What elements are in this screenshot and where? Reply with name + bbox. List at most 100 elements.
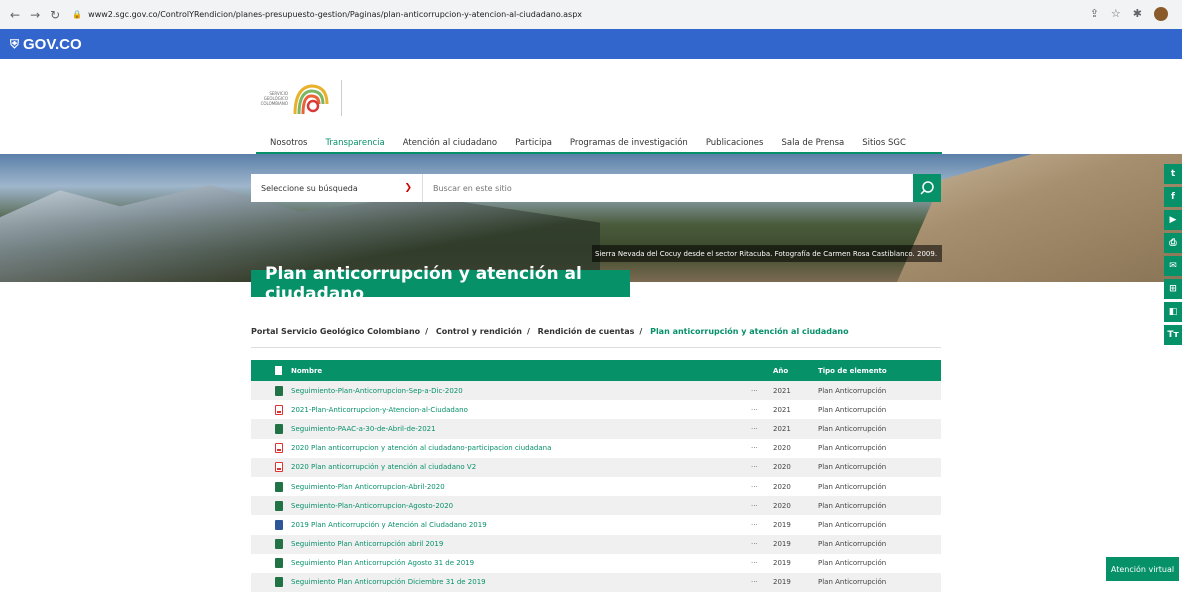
table-row: 2021-Plan-Anticorrupcion-y-Atencion-al-C… bbox=[251, 400, 941, 419]
pdf-file-icon bbox=[275, 404, 283, 415]
breadcrumb-item[interactable]: Rendición de cuentas bbox=[538, 327, 635, 336]
search-scope-select[interactable]: Seleccione su búsqueda ❯ bbox=[251, 174, 423, 202]
contrast-icon[interactable]: ◧ bbox=[1164, 302, 1182, 322]
nav-item-programas[interactable]: Programas de investigación bbox=[570, 138, 688, 148]
table-header: Nombre Año Tipo de elemento bbox=[251, 360, 941, 381]
column-header-type[interactable]: Tipo de elemento bbox=[818, 367, 941, 375]
document-link[interactable]: Seguimiento Plan Anticorrupción Agosto 3… bbox=[291, 559, 751, 567]
document-type: Plan Anticorrupción bbox=[818, 520, 887, 529]
document-year: 2021 bbox=[773, 424, 791, 433]
document-link[interactable]: 2021-Plan-Anticorrupcion-y-Atencion-al-C… bbox=[291, 406, 751, 414]
search-button[interactable] bbox=[913, 174, 941, 202]
xls-file-icon bbox=[275, 539, 283, 550]
nav-item-participa[interactable]: Participa bbox=[515, 138, 552, 148]
page-title: Plan anticorrupción y atención al ciudad… bbox=[251, 264, 630, 304]
share-icon[interactable]: ⇪ bbox=[1090, 7, 1099, 21]
logo-divider bbox=[341, 80, 342, 116]
bookmark-star-icon[interactable]: ☆ bbox=[1111, 7, 1121, 21]
virtual-assistance-button[interactable]: Atención virtual bbox=[1106, 557, 1179, 581]
extensions-icon[interactable]: ✱ bbox=[1133, 7, 1142, 21]
document-type: Plan Anticorrupción bbox=[818, 540, 887, 549]
more-options-icon[interactable]: ··· bbox=[751, 521, 773, 529]
nav-item-sitios[interactable]: Sitios SGC bbox=[862, 138, 906, 148]
twitter-icon[interactable]: t bbox=[1164, 164, 1182, 184]
xls-file-icon bbox=[275, 577, 283, 588]
pdf-file-icon bbox=[275, 443, 283, 454]
document-type: Plan Anticorrupción bbox=[818, 444, 887, 453]
column-header-name[interactable]: Nombre bbox=[291, 367, 751, 375]
document-link[interactable]: Seguimiento-Plan-Anticorrupcion-Sep-a-Di… bbox=[291, 387, 751, 395]
nav-item-transparencia[interactable]: Transparencia bbox=[325, 138, 384, 148]
document-type: Plan Anticorrupción bbox=[818, 424, 887, 433]
facebook-icon[interactable]: f bbox=[1164, 187, 1182, 207]
table-row: Seguimiento Plan Anticorrupción Agosto 3… bbox=[251, 554, 941, 573]
document-year: 2021 bbox=[773, 405, 791, 414]
breadcrumb-item[interactable]: Portal Servicio Geológico Colombiano bbox=[251, 327, 420, 336]
document-link[interactable]: 2020 Plan anticorrupción y atención al c… bbox=[291, 463, 751, 471]
more-options-icon[interactable]: ··· bbox=[751, 406, 773, 414]
text-size-icon[interactable]: Tт bbox=[1164, 325, 1182, 345]
address-bar[interactable]: 🔒 www2.sgc.gov.co/ControlYRendicion/plan… bbox=[72, 10, 582, 19]
document-link[interactable]: Seguimiento-Plan-Anticorrupcion-Agosto-2… bbox=[291, 502, 751, 510]
nav-item-nosotros[interactable]: Nosotros bbox=[270, 138, 307, 148]
more-options-icon[interactable]: ··· bbox=[751, 540, 773, 548]
back-icon[interactable]: ← bbox=[10, 8, 20, 22]
document-link[interactable]: Seguimiento Plan Anticorrupción abril 20… bbox=[291, 540, 751, 548]
table-row: Seguimiento-PAAC-a-30-de-Abril-de-2021 ··… bbox=[251, 419, 941, 439]
more-options-icon[interactable]: ··· bbox=[751, 425, 773, 433]
document-type: Plan Anticorrupción bbox=[818, 482, 887, 491]
nav-item-publicaciones[interactable]: Publicaciones bbox=[706, 138, 764, 148]
table-row: Seguimiento-Plan Anticorrupcion-Abril-20… bbox=[251, 477, 941, 496]
gov-bar: ⛨ GOV.CO bbox=[0, 29, 1182, 59]
chevron-down-icon: ❯ bbox=[404, 183, 412, 193]
xls-file-icon bbox=[275, 481, 283, 492]
document-year: 2020 bbox=[773, 444, 791, 453]
document-type: Plan Anticorrupción bbox=[818, 405, 887, 414]
more-options-icon[interactable]: ··· bbox=[751, 444, 773, 452]
table-row: Seguimiento-Plan-Anticorrupcion-Sep-a-Di… bbox=[251, 381, 941, 401]
document-link[interactable]: 2019 Plan Anticorrupción y Atención al C… bbox=[291, 521, 751, 529]
more-options-icon[interactable]: ··· bbox=[751, 578, 773, 586]
main-nav: Nosotros Transparencia Atención al ciuda… bbox=[256, 134, 942, 154]
search-input[interactable] bbox=[423, 174, 913, 202]
logo-text: SERVICIO GEOLÓGICO COLOMBIANO bbox=[260, 90, 288, 106]
document-link[interactable]: 2020 Plan anticorrupcion y atención al c… bbox=[291, 444, 751, 452]
lock-icon: 🔒 bbox=[72, 10, 83, 19]
xls-file-icon bbox=[275, 500, 283, 511]
document-year: 2020 bbox=[773, 482, 791, 491]
youtube-icon[interactable]: ▶ bbox=[1164, 210, 1182, 230]
document-link[interactable]: Seguimiento-Plan Anticorrupcion-Abril-20… bbox=[291, 483, 751, 491]
breadcrumb: Portal Servicio Geológico Colombiano / Co… bbox=[251, 327, 941, 348]
document-year: 2019 bbox=[773, 559, 791, 568]
file-type-header-icon[interactable] bbox=[251, 366, 291, 375]
more-options-icon[interactable]: ··· bbox=[751, 559, 773, 567]
breadcrumb-item[interactable]: Control y rendición bbox=[436, 327, 522, 336]
nav-item-sala-prensa[interactable]: Sala de Prensa bbox=[781, 138, 844, 148]
search-icon bbox=[920, 181, 934, 195]
gov-logo-text[interactable]: GOV.CO bbox=[23, 36, 82, 53]
sgc-logo[interactable]: SERVICIO GEOLÓGICO COLOMBIANO bbox=[256, 80, 342, 116]
profile-avatar[interactable] bbox=[1154, 7, 1168, 21]
nav-item-atencion[interactable]: Atención al ciudadano bbox=[403, 138, 497, 148]
mail-icon[interactable]: ✉ bbox=[1164, 256, 1182, 276]
document-type: Plan Anticorrupción bbox=[818, 501, 887, 510]
document-year: 2021 bbox=[773, 386, 791, 395]
more-options-icon[interactable]: ··· bbox=[751, 463, 773, 471]
sitemap-icon[interactable]: ⊞ bbox=[1164, 279, 1182, 299]
documents-table: Nombre Año Tipo de elemento Seguimiento-… bbox=[251, 360, 941, 592]
print-icon[interactable]: ⎙ bbox=[1164, 233, 1182, 253]
document-year: 2020 bbox=[773, 463, 791, 472]
document-link[interactable]: Seguimiento-PAAC-a-30-de-Abril-de-2021 bbox=[291, 425, 751, 433]
sgc-spiral-icon bbox=[293, 84, 329, 115]
more-options-icon[interactable]: ··· bbox=[751, 483, 773, 491]
reload-icon[interactable]: ↻ bbox=[50, 8, 60, 22]
document-year: 2019 bbox=[773, 578, 791, 587]
table-body: Seguimiento-Plan-Anticorrupcion-Sep-a-Di… bbox=[251, 381, 941, 592]
more-options-icon[interactable]: ··· bbox=[751, 502, 773, 510]
document-link[interactable]: Seguimiento Plan Anticorrupción Diciembr… bbox=[291, 578, 751, 586]
browser-toolbar: ← → ↻ 🔒 www2.sgc.gov.co/ControlYRendicio… bbox=[0, 0, 1182, 29]
forward-icon[interactable]: → bbox=[30, 8, 40, 22]
xls-file-icon bbox=[275, 558, 283, 569]
column-header-year[interactable]: Año bbox=[773, 367, 818, 375]
more-options-icon[interactable]: ··· bbox=[751, 387, 773, 395]
